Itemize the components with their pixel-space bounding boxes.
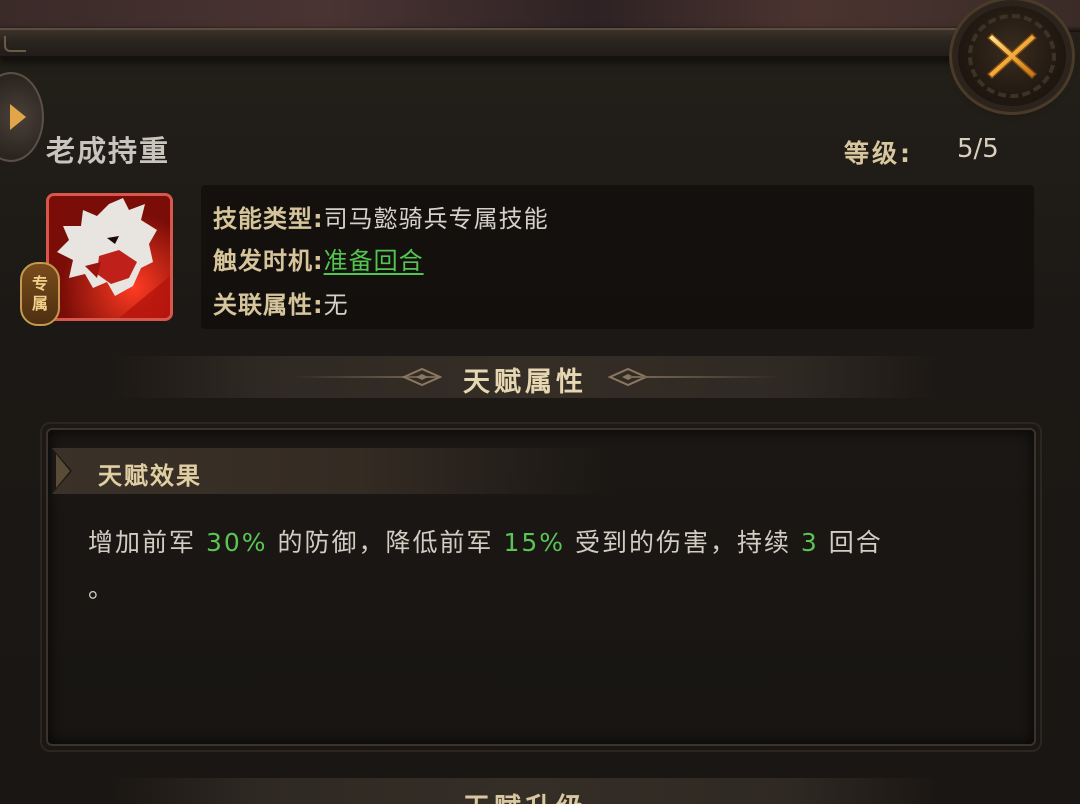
effect-text-part: 受到的伤害，持续 — [565, 528, 801, 557]
divider-right — [630, 376, 780, 378]
talent-effect-header: 天赋效果 — [52, 448, 612, 494]
side-expand-tab[interactable] — [0, 72, 44, 162]
triangle-right-icon — [10, 104, 26, 130]
effect-value-defense: 30% — [205, 528, 268, 557]
trigger-row: 触发时机:准备回合 — [213, 241, 424, 276]
skill-type-row: 技能类型:司马懿骑兵专属技能 — [213, 199, 549, 234]
talent-attributes-title: 天赋属性 — [463, 367, 587, 398]
talent-upgrade-header: 天赋升级 — [110, 778, 940, 804]
trigger-value-link[interactable]: 准备回合 — [324, 247, 424, 275]
panel-top-frame — [0, 28, 1000, 58]
skill-icon[interactable] — [46, 193, 173, 321]
level-label: 等级: — [844, 139, 913, 168]
attribute-value: 无 — [323, 291, 349, 319]
talent-effect-panel: 天赋效果 增加前军 30% 的防御，降低前军 15% 受到的伤害，持续 3 回合… — [40, 422, 1042, 752]
talent-attributes-header: 天赋属性 — [110, 356, 940, 398]
effect-text-part: 回合 — [818, 528, 883, 557]
talent-detail-screen: 老成持重 等级: 5/5 专 属 技能类型:司马懿骑兵专属技能 触发时机:准备回… — [0, 0, 1080, 804]
dragon-head-icon — [49, 196, 170, 318]
effect-text-part: 增加前军 — [88, 528, 206, 557]
trigger-label: 触发时机: — [213, 247, 324, 275]
close-button[interactable] — [958, 6, 1066, 106]
attribute-label: 关联属性: — [213, 291, 324, 319]
skill-name: 老成持重 — [46, 134, 171, 168]
talent-upgrade-title: 天赋升级 — [110, 786, 940, 804]
effect-text-part: 的防御，降低前军 — [267, 528, 504, 557]
exclusive-badge-char-1: 专 — [31, 274, 48, 293]
talent-effect-description: 增加前军 30% 的防御，降低前军 15% 受到的伤害，持续 3 回合。 — [88, 520, 998, 612]
level-value: 5/5 — [957, 134, 999, 164]
effect-value-damage-reduction: 15% — [503, 528, 566, 557]
exclusive-badge: 专 属 — [20, 262, 60, 326]
effect-value-duration: 3 — [800, 528, 819, 557]
skill-info-box: 技能类型:司马懿骑兵专属技能 触发时机:准备回合 关联属性:无 — [201, 185, 1034, 329]
skill-type-label: 技能类型: — [213, 205, 324, 233]
talent-effect-title: 天赋效果 — [98, 462, 202, 490]
chevron-right-icon — [56, 454, 70, 488]
exclusive-badge-char-2: 属 — [31, 294, 48, 313]
close-icon — [986, 32, 1038, 80]
skill-type-value: 司马懿骑兵专属技能 — [323, 205, 549, 233]
effect-text-period: 。 — [88, 574, 116, 603]
attribute-row: 关联属性:无 — [213, 285, 349, 320]
